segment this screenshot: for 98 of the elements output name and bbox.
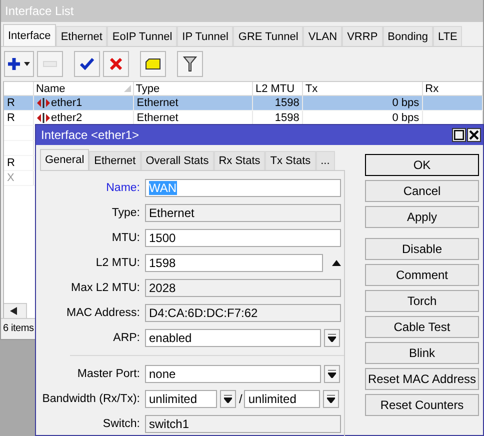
tab[interactable]: IP Tunnel	[177, 26, 234, 46]
table-cell: Ethernet	[136, 97, 178, 109]
table-cell: ether1	[50, 97, 82, 109]
plus-icon	[7, 57, 31, 71]
dropdown-button[interactable]	[324, 328, 340, 346]
dropdown-button[interactable]	[324, 364, 340, 382]
field-label: MAC Address:	[66, 306, 140, 318]
readonly-field: switch1	[145, 414, 341, 432]
dropdown-icon	[328, 370, 336, 378]
tab[interactable]: Bonding	[382, 26, 434, 46]
header-label: Rx	[425, 82, 439, 94]
header-label: Name	[36, 82, 66, 94]
field-label: MTU:	[110, 232, 140, 244]
tab[interactable]: EoIP Tunnel	[107, 26, 178, 46]
readonly-field: D4:CA:6D:DC:F7:62	[145, 304, 341, 322]
column-header[interactable]: Name	[34, 82, 134, 95]
disable-button[interactable]	[103, 51, 129, 77]
input-field[interactable]: 1500	[145, 228, 341, 246]
header-label: L2 MTU	[255, 82, 295, 94]
dropdown-field[interactable]: unlimited	[244, 390, 320, 408]
column-header[interactable]: Tx	[303, 82, 424, 95]
field-label: L2 MTU:	[94, 256, 140, 268]
dropdown-icon	[328, 334, 336, 342]
table-cell: R	[7, 157, 15, 169]
table-cell: 1598	[274, 97, 300, 109]
tab[interactable]: General	[40, 149, 90, 170]
dropdown-button[interactable]	[323, 390, 340, 408]
note-icon	[145, 58, 161, 70]
dialog-button[interactable]: Reset Counters	[365, 394, 479, 416]
dropdown-field[interactable]: none	[145, 364, 321, 382]
dropdown-button[interactable]	[220, 390, 236, 408]
table-cell: 1598	[274, 112, 300, 124]
tab[interactable]: Ethernet	[89, 151, 141, 170]
tab[interactable]: Ethernet	[56, 26, 108, 46]
dropdown-icon	[327, 394, 336, 402]
filter-icon	[183, 56, 197, 72]
field-label: Master Port:	[76, 368, 140, 380]
column-header[interactable]: Type	[134, 82, 254, 95]
filter-button[interactable]	[177, 51, 203, 77]
maximize-button[interactable]	[452, 128, 466, 142]
table-cell: R	[7, 97, 15, 109]
sort-icon	[124, 85, 131, 92]
table-cell: Ethernet	[136, 112, 178, 124]
tab[interactable]: LTE	[433, 26, 462, 46]
table-cell: 0 bps	[392, 112, 420, 124]
table-cell: 0 bps	[392, 97, 420, 109]
field-label: Name:	[105, 182, 140, 194]
dropdown-field[interactable]: enabled	[145, 328, 321, 346]
separator-text: /	[239, 392, 242, 406]
maximize-icon	[454, 130, 464, 140]
window-title: Interface <ether1>	[41, 128, 140, 142]
table-row[interactable]: R ether1 Ethernet 1598 0 bps	[4, 96, 483, 111]
field-label: Max L2 MTU:	[70, 282, 140, 294]
dialog-button[interactable]: Reset MAC Address	[365, 368, 479, 390]
dialog-button[interactable]: Disable	[365, 238, 479, 260]
close-icon	[469, 130, 479, 140]
tab[interactable]: VRRP	[342, 26, 383, 46]
tab[interactable]: ...	[316, 151, 335, 170]
add-button[interactable]	[4, 51, 34, 77]
table-cell: X	[7, 172, 14, 184]
table-cell: R	[7, 112, 15, 124]
dialog-button[interactable]: Torch	[365, 290, 479, 312]
header-label: Type	[136, 82, 160, 94]
ethernet-icon	[36, 98, 50, 108]
tab[interactable]: GRE Tunnel	[233, 26, 304, 46]
dialog-button[interactable]: OK	[365, 154, 479, 176]
input-field[interactable]: 1598	[145, 254, 323, 272]
dropdown-icon	[224, 394, 232, 402]
field-label: Switch:	[102, 418, 140, 430]
field-label: Type:	[110, 206, 140, 218]
up-triangle-icon	[332, 260, 340, 266]
column-header[interactable]: L2 MTU	[253, 82, 304, 95]
enable-button[interactable]	[74, 51, 100, 77]
close-button[interactable]	[467, 128, 481, 142]
tab[interactable]: Rx Stats	[214, 151, 266, 170]
dialog-button[interactable]: Apply	[365, 206, 479, 228]
tab[interactable]: VLAN	[303, 26, 342, 46]
header-label: Tx	[305, 82, 318, 94]
dialog-button[interactable]: Cancel	[365, 180, 479, 202]
checkmark-icon	[80, 58, 94, 70]
ethernet-icon	[36, 113, 50, 123]
left-arrow-icon	[10, 307, 18, 315]
dialog-button[interactable]: Blink	[365, 342, 479, 364]
tab[interactable]: Interface	[3, 24, 56, 46]
minus-icon	[43, 61, 57, 67]
tab[interactable]: Tx Stats	[265, 151, 316, 170]
field-label: Bandwidth (Rx/Tx):	[41, 392, 140, 404]
dialog-button[interactable]: Cable Test	[365, 316, 479, 338]
readonly-field: Ethernet	[145, 204, 341, 222]
cross-icon	[110, 58, 122, 70]
table-cell: ether2	[50, 112, 82, 124]
tab[interactable]: Overall Stats	[140, 151, 214, 170]
dialog-button[interactable]: Comment	[365, 264, 479, 286]
readonly-field: 2028	[145, 278, 341, 296]
column-header[interactable]: Rx	[423, 82, 483, 95]
dropdown-field[interactable]: unlimited	[145, 390, 217, 408]
scrollbar[interactable]	[4, 303, 27, 318]
comment-button[interactable]	[140, 51, 166, 77]
